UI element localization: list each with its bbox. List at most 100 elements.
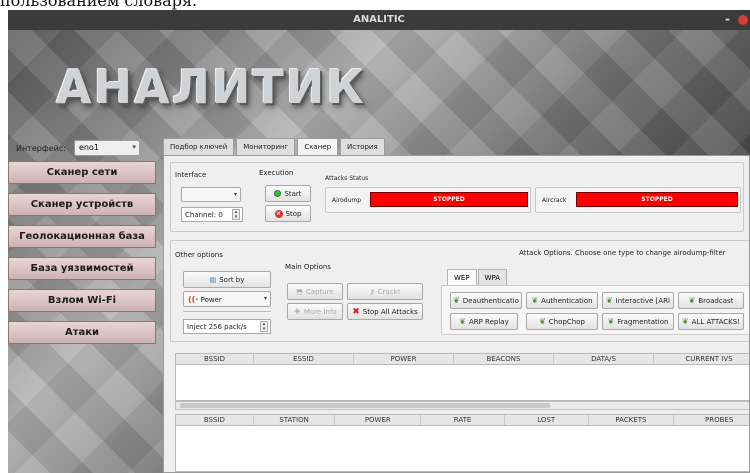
capture-icon: ⬒ xyxy=(296,287,303,296)
col-essid[interactable]: ESSID xyxy=(254,354,354,364)
interface-select-value: eno1 xyxy=(78,143,99,152)
col-power[interactable]: POWER xyxy=(335,415,422,425)
attack-buttons-box: ❦ Deauthenticatio ❦ Authentication ❦ Int… xyxy=(441,285,749,335)
sidebar-item-geolocation-db[interactable]: Геолокационная база xyxy=(8,225,156,248)
sidebar-item-vulnerability-db[interactable]: База уязвимостей xyxy=(8,257,156,280)
arp-replay-label: ARP Replay xyxy=(468,317,509,326)
ap-table-header: BSSID ESSID POWER BEACONS DATA/S CURRENT… xyxy=(175,353,749,365)
attack-subtabs: WEP WPA xyxy=(447,269,508,286)
interactive-arp-button[interactable]: ❦ Interactive [ARI xyxy=(602,292,674,309)
col-beacons[interactable]: BEACONS xyxy=(454,354,554,364)
col-data-s[interactable]: DATA/S xyxy=(554,354,654,364)
scanner-panel: Interface ▾ Channel: 0 ▴ ▾ Execution Star… xyxy=(163,155,750,473)
aircrack-status: STOPPED xyxy=(576,192,738,207)
close-button[interactable] xyxy=(738,15,748,25)
tab-monitoring[interactable]: Мониторинг xyxy=(236,138,296,155)
authentication-button[interactable]: ❦ Authentication xyxy=(526,292,598,309)
app-logo: АНАЛИТИК xyxy=(56,60,366,114)
attack-options-label: Attack Options. Choose one type to chang… xyxy=(519,249,726,257)
attack-icon: ❦ xyxy=(531,296,539,305)
caption-text: пользованием словаря. xyxy=(0,0,198,10)
sort-by-button[interactable]: ▤ Sort by xyxy=(183,271,271,288)
tab-key-bruteforce[interactable]: Подбор ключей xyxy=(163,138,235,155)
ap-table-body[interactable] xyxy=(175,365,749,401)
attack-icon: ❦ xyxy=(453,296,460,305)
scanner-interface-select[interactable]: ▾ xyxy=(181,187,241,202)
more-info-button[interactable]: + More Info xyxy=(287,303,343,320)
interface-label: Интерфейс: xyxy=(16,143,66,153)
col-lost[interactable]: LOST xyxy=(505,415,589,425)
interface-select[interactable]: eno1 ▾ xyxy=(73,140,140,156)
sort-label: Sort by xyxy=(219,275,245,284)
scrollbar-thumb[interactable] xyxy=(180,403,550,408)
start-button[interactable]: Start xyxy=(265,185,311,202)
auth-label: Authentication xyxy=(541,296,593,305)
sidebar-item-wifi-crack[interactable]: Взлом Wi-Fi xyxy=(8,289,156,312)
col-power[interactable]: POWER xyxy=(354,354,454,364)
wifi-icon: ((· xyxy=(188,295,199,304)
spin-arrows-icon[interactable]: ▴ ▾ xyxy=(232,209,240,220)
stop-button[interactable]: × Stop xyxy=(265,205,311,222)
interface-group-label: Interface xyxy=(175,171,207,179)
chopchop-button[interactable]: ❦ ChopChop xyxy=(526,313,598,330)
airodump-status-box: Airodump STOPPED xyxy=(325,187,531,213)
broadcast-button[interactable]: ❦ Broadcast xyxy=(678,292,744,309)
chevron-down-icon: ▾ xyxy=(263,295,267,302)
chevron-down-icon: ▾ xyxy=(233,191,237,198)
tab-wpa[interactable]: WPA xyxy=(477,269,508,286)
plus-icon: + xyxy=(293,306,301,317)
sidebar-item-attacks[interactable]: Атаки xyxy=(8,321,156,344)
chevron-down-icon: ▾ xyxy=(132,143,136,151)
chopchop-label: ChopChop xyxy=(548,317,585,326)
stop-all-attacks-button[interactable]: ✖ Stop All Attacks xyxy=(347,303,423,320)
inject-spinbox[interactable]: Inject 256 pack/s ▴ ▾ xyxy=(183,319,271,334)
interface-bar: Интерфейс: eno1 ▾ xyxy=(16,138,140,158)
col-current-ivs[interactable]: CURRENT IVS xyxy=(654,354,749,364)
execution-group-label: Execution xyxy=(259,169,294,177)
col-bssid[interactable]: BSSID xyxy=(176,354,254,364)
power-select[interactable]: ((· Power ▾ xyxy=(183,291,271,307)
deauthentication-button[interactable]: ❦ Deauthenticatio xyxy=(450,292,522,309)
channel-value: Channel: 0 xyxy=(185,211,223,219)
col-bssid[interactable]: BSSID xyxy=(176,415,254,425)
capture-label: Capture xyxy=(305,287,334,296)
titlebar: ANALITIC - xyxy=(8,10,750,30)
crack-button[interactable]: ⚷ Crack! xyxy=(347,283,423,300)
fragmentation-button[interactable]: ❦ Fragmentation xyxy=(602,313,674,330)
airodump-label: Airodump xyxy=(332,197,362,204)
col-packets[interactable]: PACKETS xyxy=(589,415,675,425)
minimize-button[interactable]: - xyxy=(725,12,730,26)
col-station[interactable]: STATION xyxy=(254,415,336,425)
inject-value: Inject 256 pack/s xyxy=(187,323,247,331)
interactive-label: Interactive [ARI xyxy=(615,296,671,305)
sort-icon: ▤ xyxy=(209,275,217,284)
stop-all-label: Stop All Attacks xyxy=(362,307,418,316)
ap-table-scrollbar[interactable] xyxy=(175,401,749,410)
sidebar-item-device-scanner[interactable]: Сканер устройств xyxy=(8,193,156,216)
main-options-label: Main Options xyxy=(285,263,331,271)
attacks-status-label: Attacks Status xyxy=(325,175,369,182)
client-table-body[interactable] xyxy=(175,426,749,472)
window-title: ANALITIC xyxy=(353,14,405,25)
all-attacks-button[interactable]: ❦ ALL ATTACKS! xyxy=(678,313,744,330)
options-group: Other options ▤ Sort by ((· Power ▾ Inje… xyxy=(170,240,749,342)
start-label: Start xyxy=(284,189,302,198)
power-value: Power xyxy=(200,296,222,304)
spin-arrows-icon[interactable]: ▴ ▾ xyxy=(260,321,268,332)
start-icon xyxy=(274,190,282,197)
sidebar-item-network-scanner[interactable]: Сканер сети xyxy=(8,161,156,184)
arp-replay-button[interactable]: ❦ ARP Replay xyxy=(450,313,518,330)
tab-wep[interactable]: WEP xyxy=(447,269,477,286)
all-attacks-label: ALL ATTACKS! xyxy=(691,317,741,326)
tab-scanner[interactable]: Сканер xyxy=(297,138,339,156)
client-table-header: BSSID STATION POWER RATE LOST PACKETS PR… xyxy=(175,414,749,426)
tab-history[interactable]: История xyxy=(340,138,385,155)
col-rate[interactable]: RATE xyxy=(421,415,505,425)
more-info-label: More Info xyxy=(303,307,337,316)
aircrack-status-box: Aircrack STOPPED xyxy=(535,187,741,213)
attack-icon: ❦ xyxy=(459,317,466,326)
divider xyxy=(183,311,271,312)
channel-spinbox[interactable]: Channel: 0 ▴ ▾ xyxy=(181,207,243,222)
capture-button[interactable]: ⬒ Capture xyxy=(287,283,343,300)
col-probes[interactable]: PROBES xyxy=(674,415,749,425)
